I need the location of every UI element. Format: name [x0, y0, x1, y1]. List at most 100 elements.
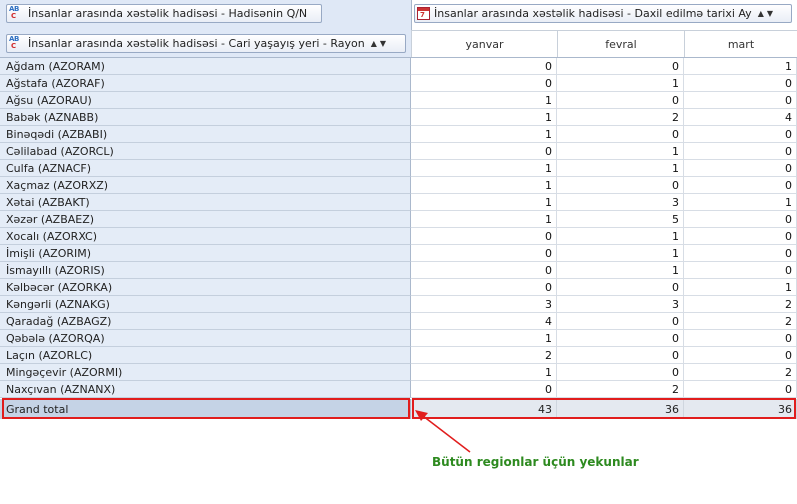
table-cell: 0 [557, 126, 684, 143]
table-cell: 0 [684, 211, 797, 228]
table-row: Kəngərli (AZNAKG) 3 3 2 [0, 296, 797, 313]
column-field-label: İnsanlar arasında xəstəlik hadisəsi - Da… [434, 7, 752, 20]
data-field-label: İnsanlar arasında xəstəlik hadisəsi - Ha… [28, 7, 308, 20]
column-header-yanvar[interactable]: yanvar [411, 30, 557, 57]
table-cell: 0 [684, 381, 797, 398]
table-cell: 2 [684, 364, 797, 381]
table-cell: 0 [684, 143, 797, 160]
table-row: Ağsu (AZORAU) 1 0 0 [0, 92, 797, 109]
table-cell: 0 [684, 126, 797, 143]
row-label[interactable]: Xocalı (AZORXC) [0, 228, 411, 245]
table-cell: 4 [684, 109, 797, 126]
table-cell: 1 [557, 245, 684, 262]
table-row: Binəqədi (AZBABI) 1 0 0 [0, 126, 797, 143]
table-cell: 0 [411, 143, 557, 160]
annotation-text: Bütün regionlar üçün yekunlar [432, 455, 639, 469]
table-row: Culfa (AZNACF) 1 1 0 [0, 160, 797, 177]
column-field-chip[interactable]: 7 İnsanlar arasında xəstəlik hadisəsi - … [414, 4, 792, 23]
table-cell: 0 [411, 228, 557, 245]
table-row: Babək (AZNABB) 1 2 4 [0, 109, 797, 126]
table-cell: 0 [684, 347, 797, 364]
row-label[interactable]: Binəqədi (AZBABI) [0, 126, 411, 143]
row-label[interactable]: Ağstafa (AZORAF) [0, 75, 411, 92]
table-cell: 0 [684, 92, 797, 109]
row-label[interactable]: Qəbələ (AZORQA) [0, 330, 411, 347]
row-label[interactable]: Xəzər (AZBAEZ) [0, 211, 411, 228]
table-row: Mingəçevir (AZORMI) 1 0 2 [0, 364, 797, 381]
table-row: Ağstafa (AZORAF) 0 1 0 [0, 75, 797, 92]
filter-icon[interactable]: ▼ [380, 39, 386, 48]
row-label[interactable]: Culfa (AZNACF) [0, 160, 411, 177]
row-label[interactable]: Ağdam (AZORAM) [0, 58, 411, 75]
row-label[interactable]: Cəlilabad (AZORCL) [0, 143, 411, 160]
table-cell: 0 [557, 177, 684, 194]
table-cell: 0 [557, 58, 684, 75]
table-cell: 1 [411, 109, 557, 126]
row-label[interactable]: İsmayıllı (AZORIS) [0, 262, 411, 279]
table-cell: 0 [557, 330, 684, 347]
table-row: Qəbələ (AZORQA) 1 0 0 [0, 330, 797, 347]
table-cell: 0 [411, 279, 557, 296]
table-cell: 1 [684, 279, 797, 296]
table-row: Cəlilabad (AZORCL) 0 1 0 [0, 143, 797, 160]
row-label[interactable]: Mingəçevir (AZORMI) [0, 364, 411, 381]
row-label[interactable]: Xətai (AZBAKT) [0, 194, 411, 211]
row-label[interactable]: Kəlbəcər (AZORKA) [0, 279, 411, 296]
sort-ascending-icon[interactable]: ▲ [758, 9, 764, 18]
table-row: İsmayıllı (AZORIS) 0 1 0 [0, 262, 797, 279]
table-cell: 0 [684, 228, 797, 245]
table-cell: 0 [557, 364, 684, 381]
row-label[interactable]: Ağsu (AZORAU) [0, 92, 411, 109]
table-cell: 5 [557, 211, 684, 228]
table-cell: 0 [411, 245, 557, 262]
table-row: Xəzər (AZBAEZ) 1 5 0 [0, 211, 797, 228]
table-row: Xaçmaz (AZORXZ) 1 0 0 [0, 177, 797, 194]
text-field-icon: ABC [9, 5, 20, 20]
table-cell: 0 [411, 262, 557, 279]
table-cell: 0 [557, 279, 684, 296]
row-field-label: İnsanlar arasında xəstəlik hadisəsi - Ca… [28, 37, 365, 50]
row-label[interactable]: Naxçıvan (AZNANX) [0, 381, 411, 398]
table-cell: 0 [684, 160, 797, 177]
table-cell: 3 [411, 296, 557, 313]
table-row: Laçın (AZORLC) 2 0 0 [0, 347, 797, 364]
sort-ascending-icon[interactable]: ▲ [371, 39, 377, 48]
table-row: Naxçıvan (AZNANX) 0 2 0 [0, 381, 797, 398]
table-cell: 3 [557, 296, 684, 313]
column-header-fevral[interactable]: fevral [557, 30, 684, 57]
table-cell: 1 [557, 143, 684, 160]
table-cell: 1 [411, 211, 557, 228]
filter-icon[interactable]: ▼ [767, 9, 773, 18]
table-cell: 0 [411, 381, 557, 398]
data-field-chip[interactable]: ABC İnsanlar arasında xəstəlik hadisəsi … [6, 4, 322, 23]
row-label[interactable]: Laçın (AZORLC) [0, 347, 411, 364]
table-cell: 1 [557, 228, 684, 245]
row-field-chip[interactable]: ABC İnsanlar arasında xəstəlik hadisəsi … [6, 34, 406, 53]
column-headers: yanvar fevral mart [411, 30, 797, 57]
text-field-icon: ABC [9, 35, 20, 50]
table-cell: 0 [684, 262, 797, 279]
table-cell: 2 [684, 313, 797, 330]
row-label[interactable]: Xaçmaz (AZORXZ) [0, 177, 411, 194]
row-label[interactable]: İmişli (AZORIM) [0, 245, 411, 262]
table-cell: 2 [557, 109, 684, 126]
table-cell: 2 [557, 381, 684, 398]
table-row: İmişli (AZORIM) 0 1 0 [0, 245, 797, 262]
row-label[interactable]: Babək (AZNABB) [0, 109, 411, 126]
table-cell: 1 [684, 194, 797, 211]
table-cell: 2 [411, 347, 557, 364]
table-cell: 0 [411, 75, 557, 92]
table-row: Kəlbəcər (AZORKA) 0 0 1 [0, 279, 797, 296]
column-header-mart[interactable]: mart [684, 30, 797, 57]
row-label[interactable]: Qaradağ (AZBAGZ) [0, 313, 411, 330]
table-cell: 1 [557, 75, 684, 92]
table-cell: 0 [557, 313, 684, 330]
table-cell: 1 [411, 160, 557, 177]
row-label[interactable]: Kəngərli (AZNAKG) [0, 296, 411, 313]
table-cell: 0 [684, 177, 797, 194]
table-cell: 1 [557, 262, 684, 279]
table-cell: 0 [684, 330, 797, 347]
table-cell: 0 [684, 75, 797, 92]
table-cell: 1 [411, 330, 557, 347]
table-cell: 0 [557, 347, 684, 364]
